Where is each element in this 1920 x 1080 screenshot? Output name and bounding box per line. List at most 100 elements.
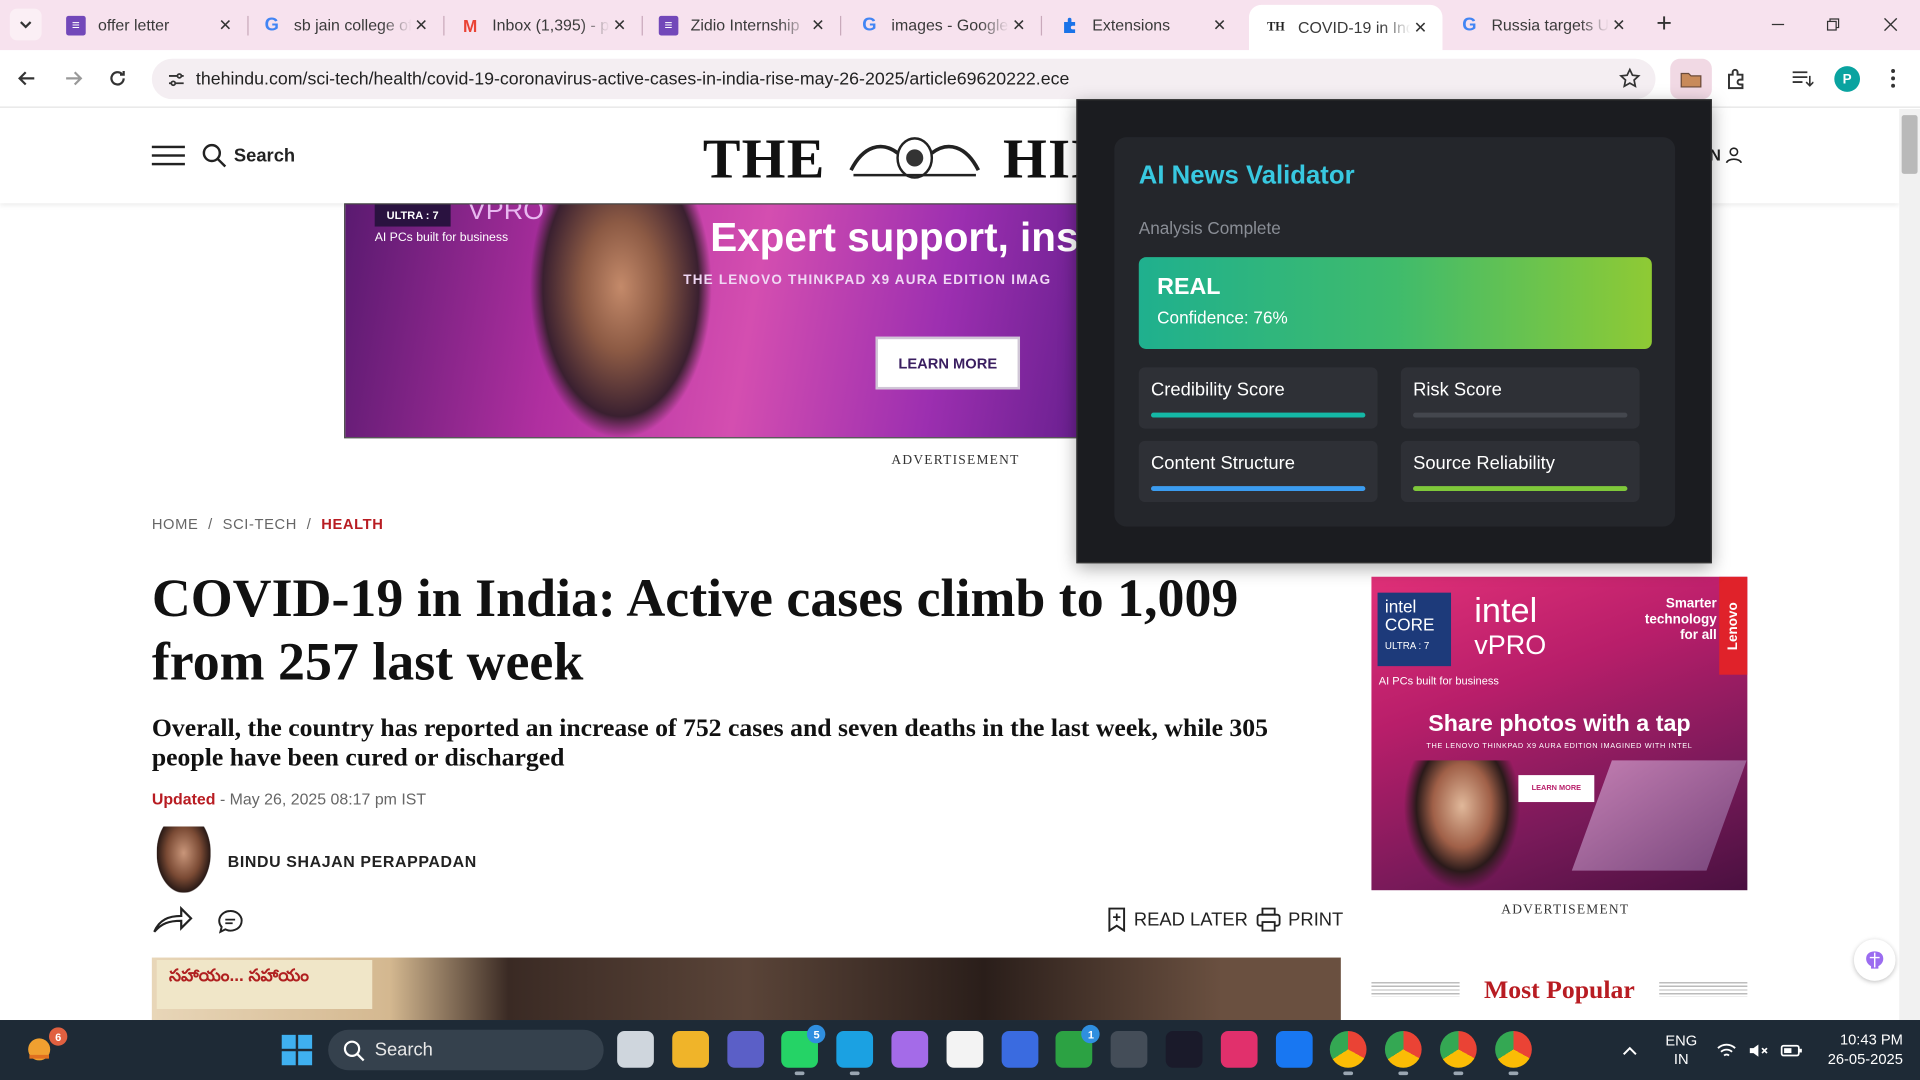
close-icon[interactable]: ✕ [808,15,828,35]
scrollbar-thumb[interactable] [1901,115,1918,174]
profile-avatar[interactable]: P [1834,66,1861,92]
author-avatar[interactable] [156,826,211,893]
article-hero-image[interactable]: సహాయం... సహాయం [151,957,1341,1021]
chrome-4-icon[interactable] [1494,1031,1532,1076]
new-tab-button[interactable]: + [1651,9,1678,38]
ad-subtitle: AI PCs built for business [374,231,509,245]
microsoft-store-icon[interactable] [946,1031,984,1068]
read-later-button[interactable]: READ LATER [1107,907,1248,932]
xbox-icon[interactable]: 1 [1055,1024,1101,1068]
close-icon[interactable]: ✕ [1210,15,1230,35]
hamburger-menu-icon[interactable] [151,145,185,167]
system-tray-icons[interactable] [1717,1020,1803,1080]
close-window-button[interactable] [1876,10,1905,39]
intel-text: intel [1474,591,1538,630]
ad-learn-more-button[interactable]: LEARN MORE [875,336,1021,390]
logo-text-left: THE [702,127,826,190]
chrome-1-icon[interactable] [1330,1031,1368,1076]
site-logo[interactable]: THE HIN [703,126,1113,191]
kebab-menu-icon [1891,69,1896,88]
close-icon[interactable]: ✕ [411,15,431,35]
photo-signboard: సహాయం... సహాయం [156,960,373,1009]
author-name[interactable]: BINDU SHAJAN PERAPPADAN [228,852,477,870]
weather-badge: 6 [48,1027,68,1046]
file-explorer-icon[interactable] [672,1031,709,1068]
site-search-button[interactable]: Search [202,143,296,168]
address-bar[interactable]: thehindu.com/sci-tech/health/covid-19-co… [151,58,1656,100]
metric-bar [1413,486,1628,492]
tab-zidio[interactable]: ≡ Zidio Internship ✕ [642,5,842,45]
close-icon[interactable]: ✕ [1411,18,1431,38]
visual-studio-app-icon[interactable] [1001,1031,1038,1068]
instagram-icon[interactable] [1220,1031,1258,1068]
bookmark-plus-icon [1108,907,1126,932]
task-view-icon[interactable] [617,1031,654,1068]
facebook-icon[interactable] [1275,1031,1313,1068]
user-icon [1726,146,1743,163]
most-popular-heading: Most Popular [1371,971,1748,1008]
article-updated: Updated - May 26, 2025 08:17 pm IST [152,790,426,808]
share-icon[interactable] [152,905,194,934]
intel-core-badge: intel CORE ULTRA : 7 [1377,592,1452,667]
intel-ultra-text: ULTRA : 7 [1384,640,1430,652]
windows-start-icon[interactable] [281,1034,313,1066]
wifi-icon [1717,1043,1736,1056]
validator-title: AI News Validator [1138,161,1355,190]
tab-title: images - Google [891,15,1009,35]
scrollbar-track[interactable] [1899,108,1920,1021]
edge-icon[interactable] [836,1031,874,1076]
extensions-button[interactable] [1722,64,1751,93]
tab-images[interactable]: G images - Google ✕ [842,5,1043,45]
taskbar-search[interactable]: Search [328,1029,604,1071]
tab-russia[interactable]: G Russia targets U ✕ [1442,5,1640,45]
site-info-icon[interactable] [164,67,188,91]
tab-gmail[interactable]: M Inbox (1,395) - p ✕ [443,5,643,45]
back-button[interactable] [12,64,41,93]
close-icon[interactable]: ✕ [216,15,236,35]
sidebar-advertisement[interactable]: intel CORE ULTRA : 7 intel vPRO Smarter … [1371,576,1748,891]
tab-covid-active[interactable]: TH COVID-19 in Ind ✕ [1248,4,1443,51]
tab-sb-jain[interactable]: G sb jain college of ✕ [245,5,445,45]
tab-search-button[interactable] [9,8,42,41]
affinity-app-icon[interactable] [1165,1031,1203,1068]
reading-list-button[interactable] [1788,64,1817,93]
signin-button[interactable]: N [1709,146,1743,164]
tab-offer-letter[interactable]: ≡ offer letter ✕ [49,5,249,45]
restore-button[interactable] [1818,10,1847,39]
tray-overflow[interactable] [1621,1020,1638,1080]
tab-title: offer letter [97,15,170,35]
print-button[interactable]: PRINT [1256,907,1343,932]
forms-icon: ≡ [658,15,679,35]
forward-button[interactable] [59,64,88,93]
breadcrumb-health[interactable]: HEALTH [321,516,383,533]
language-indicator[interactable]: ENG IN [1665,1020,1697,1080]
epic-app-icon[interactable] [1110,1031,1148,1068]
whatsapp-icon[interactable]: 5 [781,1024,826,1076]
teams-icon[interactable] [726,1031,764,1068]
site-search-label: Search [233,145,296,166]
ad-learn-more-button[interactable]: LEARN MORE [1518,775,1595,803]
reload-button[interactable] [103,64,132,93]
weather-widget[interactable]: 6 [22,1027,68,1067]
th-icon: TH [1267,20,1285,35]
chrome-2-icon[interactable] [1385,1031,1422,1076]
chrome-3-icon[interactable] [1440,1031,1477,1076]
comment-icon[interactable] [216,907,245,936]
system-clock[interactable]: 10:43 PM 26-05-2025 [1812,1030,1903,1069]
lang-secondary: IN [1673,1050,1689,1068]
close-icon[interactable]: ✕ [610,15,630,35]
close-icon[interactable]: ✕ [1609,15,1629,35]
news-validator-extension-button[interactable] [1670,58,1712,100]
ai-assistant-button[interactable] [1853,939,1896,981]
bookmark-star-icon[interactable] [1619,67,1641,89]
tab-title: Russia targets U [1491,15,1609,35]
close-icon[interactable]: ✕ [1009,15,1029,35]
tab-extensions[interactable]: Extensions ✕ [1043,5,1241,45]
breadcrumb-home[interactable]: HOME [152,516,199,533]
top-advertisement[interactable]: ULTRA : 7 VPRO AI PCs built for business… [344,203,1079,439]
menu-button[interactable] [1878,64,1907,93]
search-icon [343,1039,365,1061]
breadcrumb-sci-tech[interactable]: SCI-TECH [223,516,297,533]
copilot-icon[interactable] [891,1031,929,1068]
minimize-button[interactable] [1763,10,1792,39]
